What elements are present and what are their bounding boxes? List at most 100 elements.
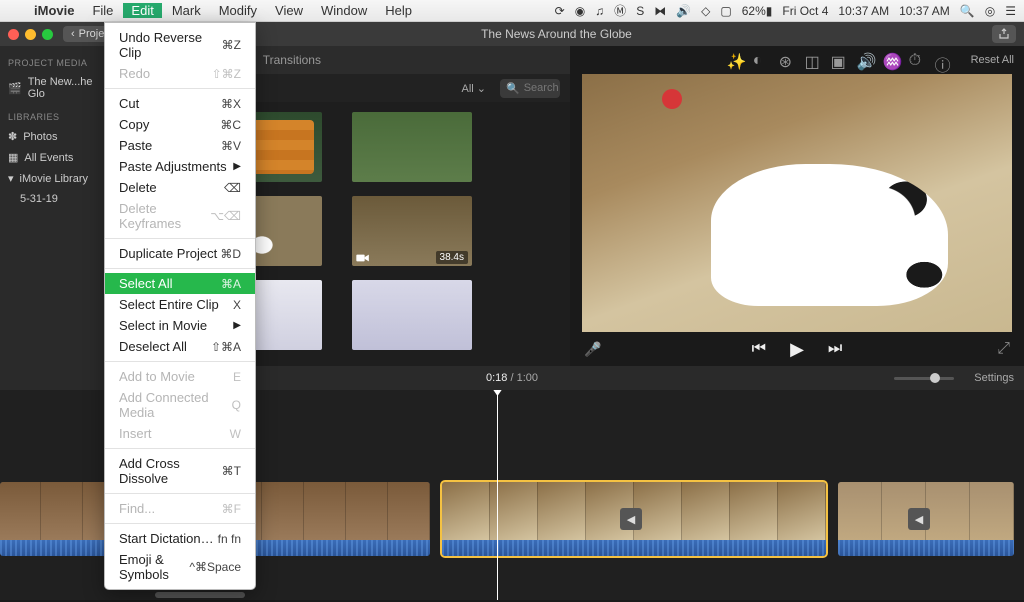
menu-item-label: Find... <box>119 501 155 516</box>
menu-item-paste-adjustments[interactable]: Paste Adjustments▶ <box>105 156 255 177</box>
sidebar-item-label: 5-31-19 <box>20 193 58 205</box>
status-icon[interactable]: ⟳ <box>555 4 565 18</box>
close-window-button[interactable] <box>8 29 19 40</box>
menu-shortcut: ⌘C <box>220 118 241 132</box>
menu-file[interactable]: File <box>84 3 121 18</box>
status-icon[interactable]: Ⓜ <box>614 2 626 19</box>
share-button[interactable] <box>992 25 1016 43</box>
speed-icon[interactable]: ⏱ <box>909 52 925 68</box>
menu-item-start-dictation-[interactable]: Start Dictation…fn fn <box>105 528 255 549</box>
enhance-icon[interactable]: ✨ <box>727 52 743 68</box>
sidebar-item-label: Photos <box>23 131 57 143</box>
preview-viewport[interactable] <box>582 74 1012 332</box>
media-thumbnail[interactable]: 38.4s <box>352 196 472 266</box>
transition-icon[interactable]: ◀ <box>908 508 930 530</box>
color-wheel-icon[interactable]: ⊛ <box>779 52 795 68</box>
menu-view[interactable]: View <box>267 3 311 18</box>
chevron-down-icon: ▾ <box>8 172 14 185</box>
time-alt[interactable]: 10:37 AM <box>899 4 950 18</box>
noise-icon[interactable]: ♒ <box>883 52 899 68</box>
play-button[interactable]: ▶ <box>790 339 804 360</box>
time[interactable]: 10:37 AM <box>838 4 889 18</box>
sidebar-item-label: All Events <box>24 152 73 164</box>
tab-transitions[interactable]: Transitions <box>257 49 327 71</box>
sidebar-item-all-events[interactable]: ▦ All Events <box>0 147 104 168</box>
menu-item-duplicate-project[interactable]: Duplicate Project⌘D <box>105 243 255 264</box>
menu-item-copy[interactable]: Copy ⌘C <box>105 114 255 135</box>
reset-all-button[interactable]: Reset All <box>971 54 1014 66</box>
content-filter-dropdown[interactable]: All ⌄ <box>455 80 492 97</box>
app-name[interactable]: iMovie <box>26 3 82 18</box>
media-thumbnail[interactable] <box>352 112 472 182</box>
airplay-icon[interactable]: ▢ <box>720 4 731 18</box>
menu-item-emoji-symbols[interactable]: Emoji & Symbols^⌘Space <box>105 549 255 585</box>
search-input[interactable]: 🔍 Search <box>500 79 560 98</box>
menu-item-deselect-all[interactable]: Deselect All⇧⌘A <box>105 336 255 357</box>
menu-shortcut: ^⌘Space <box>189 560 241 574</box>
zoom-slider[interactable] <box>894 377 954 380</box>
menu-item-select-entire-clip[interactable]: Select Entire ClipX <box>105 294 255 315</box>
sidebar-item-photos[interactable]: ✽ Photos <box>0 126 104 147</box>
spotlight-icon[interactable]: 🔍 <box>960 4 975 18</box>
status-icon[interactable]: ◉ <box>575 4 585 18</box>
sidebar-item-project[interactable]: 🎬 The New...he Glo <box>0 72 104 104</box>
media-thumbnail[interactable] <box>352 280 472 350</box>
filter-all-label: All <box>461 83 473 95</box>
menu-item-cut[interactable]: Cut⌘X <box>105 93 255 114</box>
siri-icon[interactable]: ◎ <box>985 4 995 18</box>
status-icon[interactable]: ♫ <box>595 4 604 18</box>
menu-item-select-in-movie[interactable]: Select in Movie▶ <box>105 315 255 336</box>
menu-item-label: Redo <box>119 66 150 81</box>
fullscreen-icon[interactable]: ⤢ <box>997 340 1010 358</box>
chevron-down-icon: ⌄ <box>477 83 486 95</box>
timeline-clip-selected[interactable]: ◀ <box>442 482 826 556</box>
status-icon[interactable]: S <box>636 4 644 18</box>
menu-shortcut: ⌘Z <box>222 38 241 52</box>
video-icon <box>356 253 370 263</box>
horizontal-scrollbar[interactable] <box>155 592 245 598</box>
menu-item-select-all[interactable]: Select All⌘A <box>105 273 255 294</box>
color-balance-icon[interactable]: ◐ <box>753 52 769 68</box>
menu-item-label: Select in Movie <box>119 318 207 333</box>
date[interactable]: Fri Oct 4 <box>782 4 828 18</box>
volume-icon[interactable]: 🔊 <box>857 52 873 68</box>
menu-shortcut: Q <box>232 398 241 412</box>
stabilize-icon[interactable]: ▣ <box>831 52 847 68</box>
menu-item-label: Copy <box>119 117 149 132</box>
sidebar-item-event-date[interactable]: 5-31-19 <box>0 189 104 209</box>
menu-item-label: Deselect All <box>119 339 187 354</box>
menu-shortcut: ⌥⌫ <box>210 209 241 223</box>
menu-item-label: Cut <box>119 96 139 111</box>
menu-help[interactable]: Help <box>377 3 420 18</box>
prev-button[interactable]: ⏮ <box>752 340 766 358</box>
transition-icon[interactable]: ◀ <box>620 508 642 530</box>
menu-modify[interactable]: Modify <box>211 3 265 18</box>
timeline-clip[interactable]: ◀ <box>838 482 1014 556</box>
menu-item-delete[interactable]: Delete⌫ <box>105 177 255 198</box>
menu-window[interactable]: Window <box>313 3 375 18</box>
menu-item-find-: Find...⌘F <box>105 498 255 519</box>
battery-status[interactable]: 62% ▮ <box>742 4 773 18</box>
fullscreen-window-button[interactable] <box>42 29 53 40</box>
info-icon[interactable]: ⓘ <box>935 52 951 68</box>
macos-menubar: iMovie File Edit Mark Modify View Window… <box>0 0 1024 22</box>
menu-item-label: Paste <box>119 138 152 153</box>
sidebar-item-imovie-library[interactable]: ▾ iMovie Library <box>0 168 104 189</box>
menu-mark[interactable]: Mark <box>164 3 209 18</box>
minimize-window-button[interactable] <box>25 29 36 40</box>
notification-center-icon[interactable]: ☰ <box>1005 4 1016 18</box>
menu-item-add-cross-dissolve[interactable]: Add Cross Dissolve⌘T <box>105 453 255 489</box>
volume-icon[interactable]: 🔊 <box>676 4 691 18</box>
playhead[interactable] <box>497 390 498 600</box>
microphone-icon[interactable]: 🎤 <box>584 341 601 358</box>
menu-edit[interactable]: Edit <box>123 3 161 18</box>
menu-shortcut: ⌫ <box>224 181 241 195</box>
menu-item-paste[interactable]: Paste ⌘V <box>105 135 255 156</box>
timeline-settings-button[interactable]: Settings <box>974 372 1014 384</box>
next-button[interactable]: ⏭ <box>828 340 842 358</box>
crop-icon[interactable]: ◫ <box>805 52 821 68</box>
menu-item-undo-reverse-clip[interactable]: Undo Reverse Clip⌘Z <box>105 27 255 63</box>
bluetooth-icon[interactable]: ⧓ <box>654 4 666 18</box>
menu-shortcut: ⌘V <box>221 139 241 153</box>
wifi-icon[interactable]: ◇ <box>701 4 710 18</box>
